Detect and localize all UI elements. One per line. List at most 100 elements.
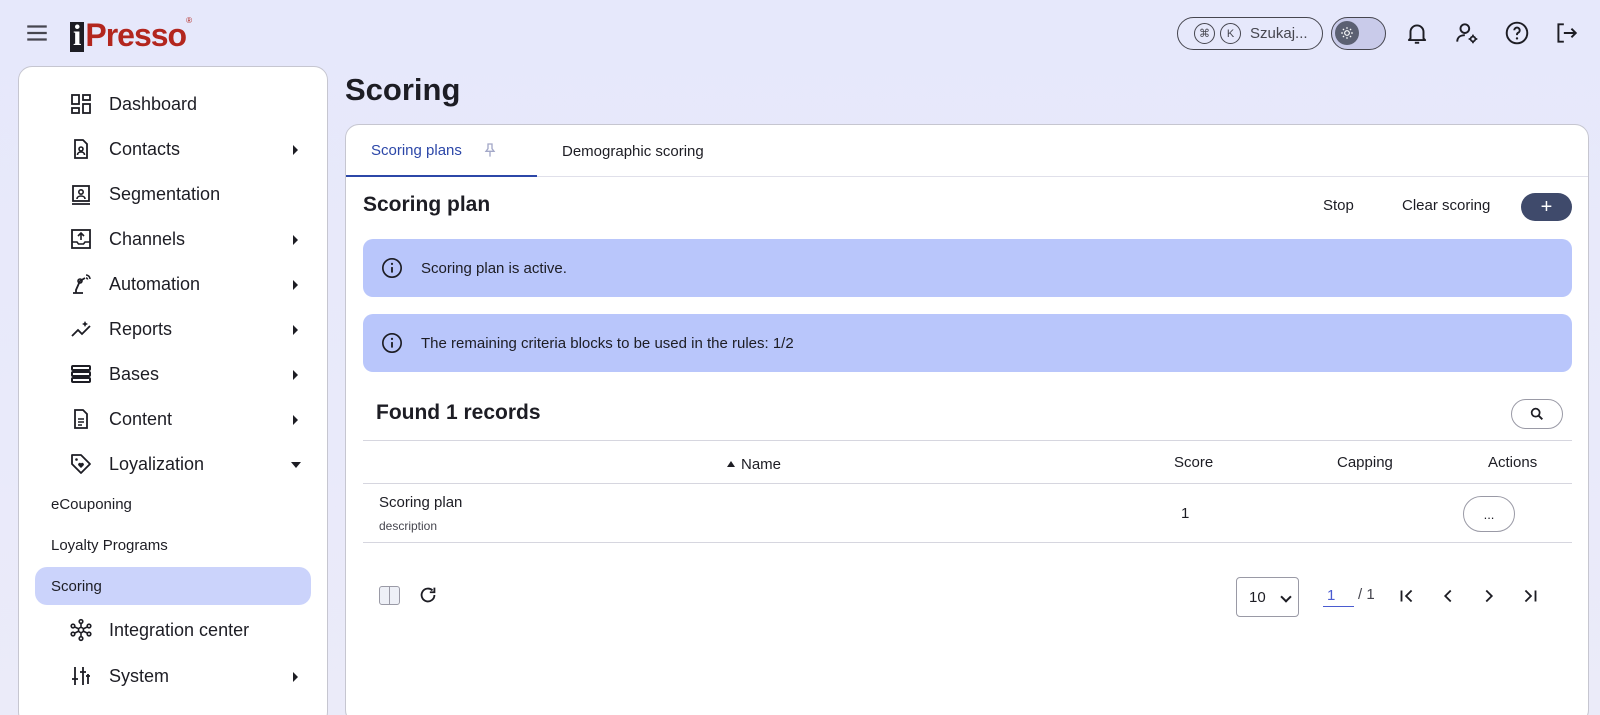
column-header-score[interactable]: Score bbox=[1174, 454, 1213, 471]
sidebar-item-contacts[interactable]: Contacts bbox=[35, 129, 311, 169]
dashboard-icon bbox=[69, 92, 93, 116]
row-description: description bbox=[379, 519, 438, 533]
search-icon bbox=[1529, 406, 1545, 422]
sidebar-item-loyalization[interactable]: Loyalization bbox=[35, 444, 311, 484]
alert-text: Scoring plan is active. bbox=[421, 259, 567, 277]
sidebar-item-label: Automation bbox=[109, 273, 201, 294]
expand-arrow-icon bbox=[293, 280, 298, 290]
tab-demographic-scoring[interactable]: Demographic scoring bbox=[562, 125, 704, 177]
top-bar: i Presso ® ⌘ K Szukaj... bbox=[0, 0, 1600, 66]
sidebar-item-label: Integration center bbox=[109, 619, 250, 640]
row-actions-button[interactable]: ... bbox=[1463, 496, 1515, 532]
sidebar-subitem-ecouponing[interactable]: eCouponing bbox=[35, 485, 311, 523]
alert-text: The remaining criteria blocks to be used… bbox=[421, 334, 794, 352]
alert-criteria: The remaining criteria blocks to be used… bbox=[363, 314, 1572, 372]
info-icon bbox=[381, 257, 403, 279]
column-visibility-icon[interactable] bbox=[379, 586, 400, 605]
system-icon bbox=[69, 664, 93, 688]
help-icon[interactable] bbox=[1504, 20, 1530, 46]
table-header: Name Score Capping Actions bbox=[363, 440, 1572, 484]
scoring-plans-table: Name Score Capping Actions Scoring plan … bbox=[363, 440, 1572, 543]
row-name: Scoring plan bbox=[379, 494, 463, 511]
content-icon bbox=[69, 407, 93, 431]
bases-icon bbox=[69, 362, 93, 386]
expand-arrow-icon bbox=[293, 672, 298, 682]
sidebar-subitem-loyalty-programs[interactable]: Loyalty Programs bbox=[35, 526, 311, 564]
table-search-button[interactable] bbox=[1511, 399, 1563, 429]
column-header-capping[interactable]: Capping bbox=[1337, 454, 1393, 471]
sidebar-item-label: System bbox=[109, 665, 170, 686]
expand-arrow-icon bbox=[293, 145, 298, 155]
bell-icon[interactable] bbox=[1404, 20, 1430, 46]
sidebar-item-label: Channels bbox=[109, 228, 186, 249]
page-total: / 1 bbox=[1358, 586, 1375, 603]
sidebar-item-label: Reports bbox=[109, 318, 173, 339]
sidebar: Dashboard Contacts Segmentation Channels… bbox=[18, 66, 328, 715]
logo[interactable]: i Presso ® bbox=[70, 12, 192, 52]
pin-icon[interactable] bbox=[482, 141, 498, 159]
segmentation-icon bbox=[69, 182, 93, 206]
sidebar-item-label: Contacts bbox=[109, 138, 181, 159]
first-page-icon[interactable] bbox=[1396, 585, 1418, 607]
info-icon bbox=[381, 332, 403, 354]
page-size-select[interactable]: 10 bbox=[1236, 577, 1299, 617]
user-settings-icon[interactable] bbox=[1454, 20, 1480, 46]
row-score: 1 bbox=[1181, 505, 1190, 522]
sidebar-item-label: Bases bbox=[109, 363, 160, 384]
expand-arrow-icon bbox=[293, 235, 298, 245]
expand-arrow-icon bbox=[293, 325, 298, 335]
sidebar-item-content[interactable]: Content bbox=[35, 399, 311, 439]
chevron-down-icon bbox=[1280, 591, 1292, 603]
sidebar-item-label: Loyalization bbox=[109, 453, 205, 474]
stop-button[interactable]: Stop bbox=[1323, 197, 1354, 214]
sidebar-item-label: Content bbox=[109, 408, 173, 429]
refresh-icon[interactable] bbox=[417, 584, 439, 606]
reports-icon bbox=[69, 317, 93, 341]
next-page-icon[interactable] bbox=[1478, 585, 1500, 607]
loyalization-icon bbox=[69, 452, 93, 476]
table-footer: 10 / 1 bbox=[363, 562, 1572, 626]
command-key-icon: ⌘ bbox=[1194, 23, 1215, 44]
sidebar-item-bases[interactable]: Bases bbox=[35, 354, 311, 394]
page-size-value: 10 bbox=[1249, 588, 1266, 606]
tab-label: Demographic scoring bbox=[562, 142, 704, 160]
expand-arrow-icon bbox=[293, 370, 298, 380]
tab-label: Scoring plans bbox=[371, 141, 462, 159]
sidebar-item-label: Segmentation bbox=[109, 183, 221, 204]
sidebar-item-automation[interactable]: Automation bbox=[35, 264, 311, 304]
page-number-input[interactable] bbox=[1323, 585, 1354, 607]
sidebar-item-channels[interactable]: Channels bbox=[35, 219, 311, 259]
sidebar-item-system[interactable]: System bbox=[35, 656, 311, 696]
tab-bar: Scoring plans Demographic scoring bbox=[346, 125, 1588, 177]
k-key-icon: K bbox=[1220, 23, 1241, 44]
records-count: Found 1 records bbox=[376, 401, 541, 424]
logout-icon[interactable] bbox=[1553, 20, 1579, 46]
last-page-icon[interactable] bbox=[1519, 585, 1541, 607]
tab-scoring-plans[interactable]: Scoring plans bbox=[346, 125, 537, 177]
column-header-name[interactable]: Name bbox=[727, 456, 781, 473]
search-button[interactable]: ⌘ K Szukaj... bbox=[1177, 17, 1323, 50]
clear-scoring-button[interactable]: Clear scoring bbox=[1402, 197, 1490, 214]
theme-toggle[interactable] bbox=[1331, 17, 1386, 50]
column-header-actions: Actions bbox=[1488, 454, 1538, 471]
section-title: Scoring plan bbox=[363, 193, 491, 216]
sidebar-item-reports[interactable]: Reports bbox=[35, 309, 311, 349]
sidebar-item-integration-center[interactable]: Integration center bbox=[35, 610, 311, 650]
sidebar-subitem-scoring[interactable]: Scoring bbox=[35, 567, 311, 605]
page-title: Scoring bbox=[345, 72, 461, 107]
contacts-icon bbox=[69, 137, 93, 161]
sun-icon bbox=[1335, 21, 1359, 45]
integration-icon bbox=[69, 618, 93, 642]
previous-page-icon[interactable] bbox=[1437, 585, 1459, 607]
expand-arrow-icon bbox=[293, 415, 298, 425]
menu-icon[interactable] bbox=[24, 20, 50, 46]
collapse-arrow-icon bbox=[291, 462, 301, 468]
add-button[interactable]: + bbox=[1521, 193, 1572, 221]
automation-icon bbox=[69, 272, 93, 296]
sidebar-item-dashboard[interactable]: Dashboard bbox=[35, 84, 311, 124]
sort-ascending-icon bbox=[727, 461, 735, 467]
table-row[interactable]: Scoring plan description 1 ... bbox=[363, 484, 1572, 543]
sidebar-item-segmentation[interactable]: Segmentation bbox=[35, 174, 311, 214]
alert-active: Scoring plan is active. bbox=[363, 239, 1572, 297]
search-label: Szukaj... bbox=[1250, 25, 1308, 42]
